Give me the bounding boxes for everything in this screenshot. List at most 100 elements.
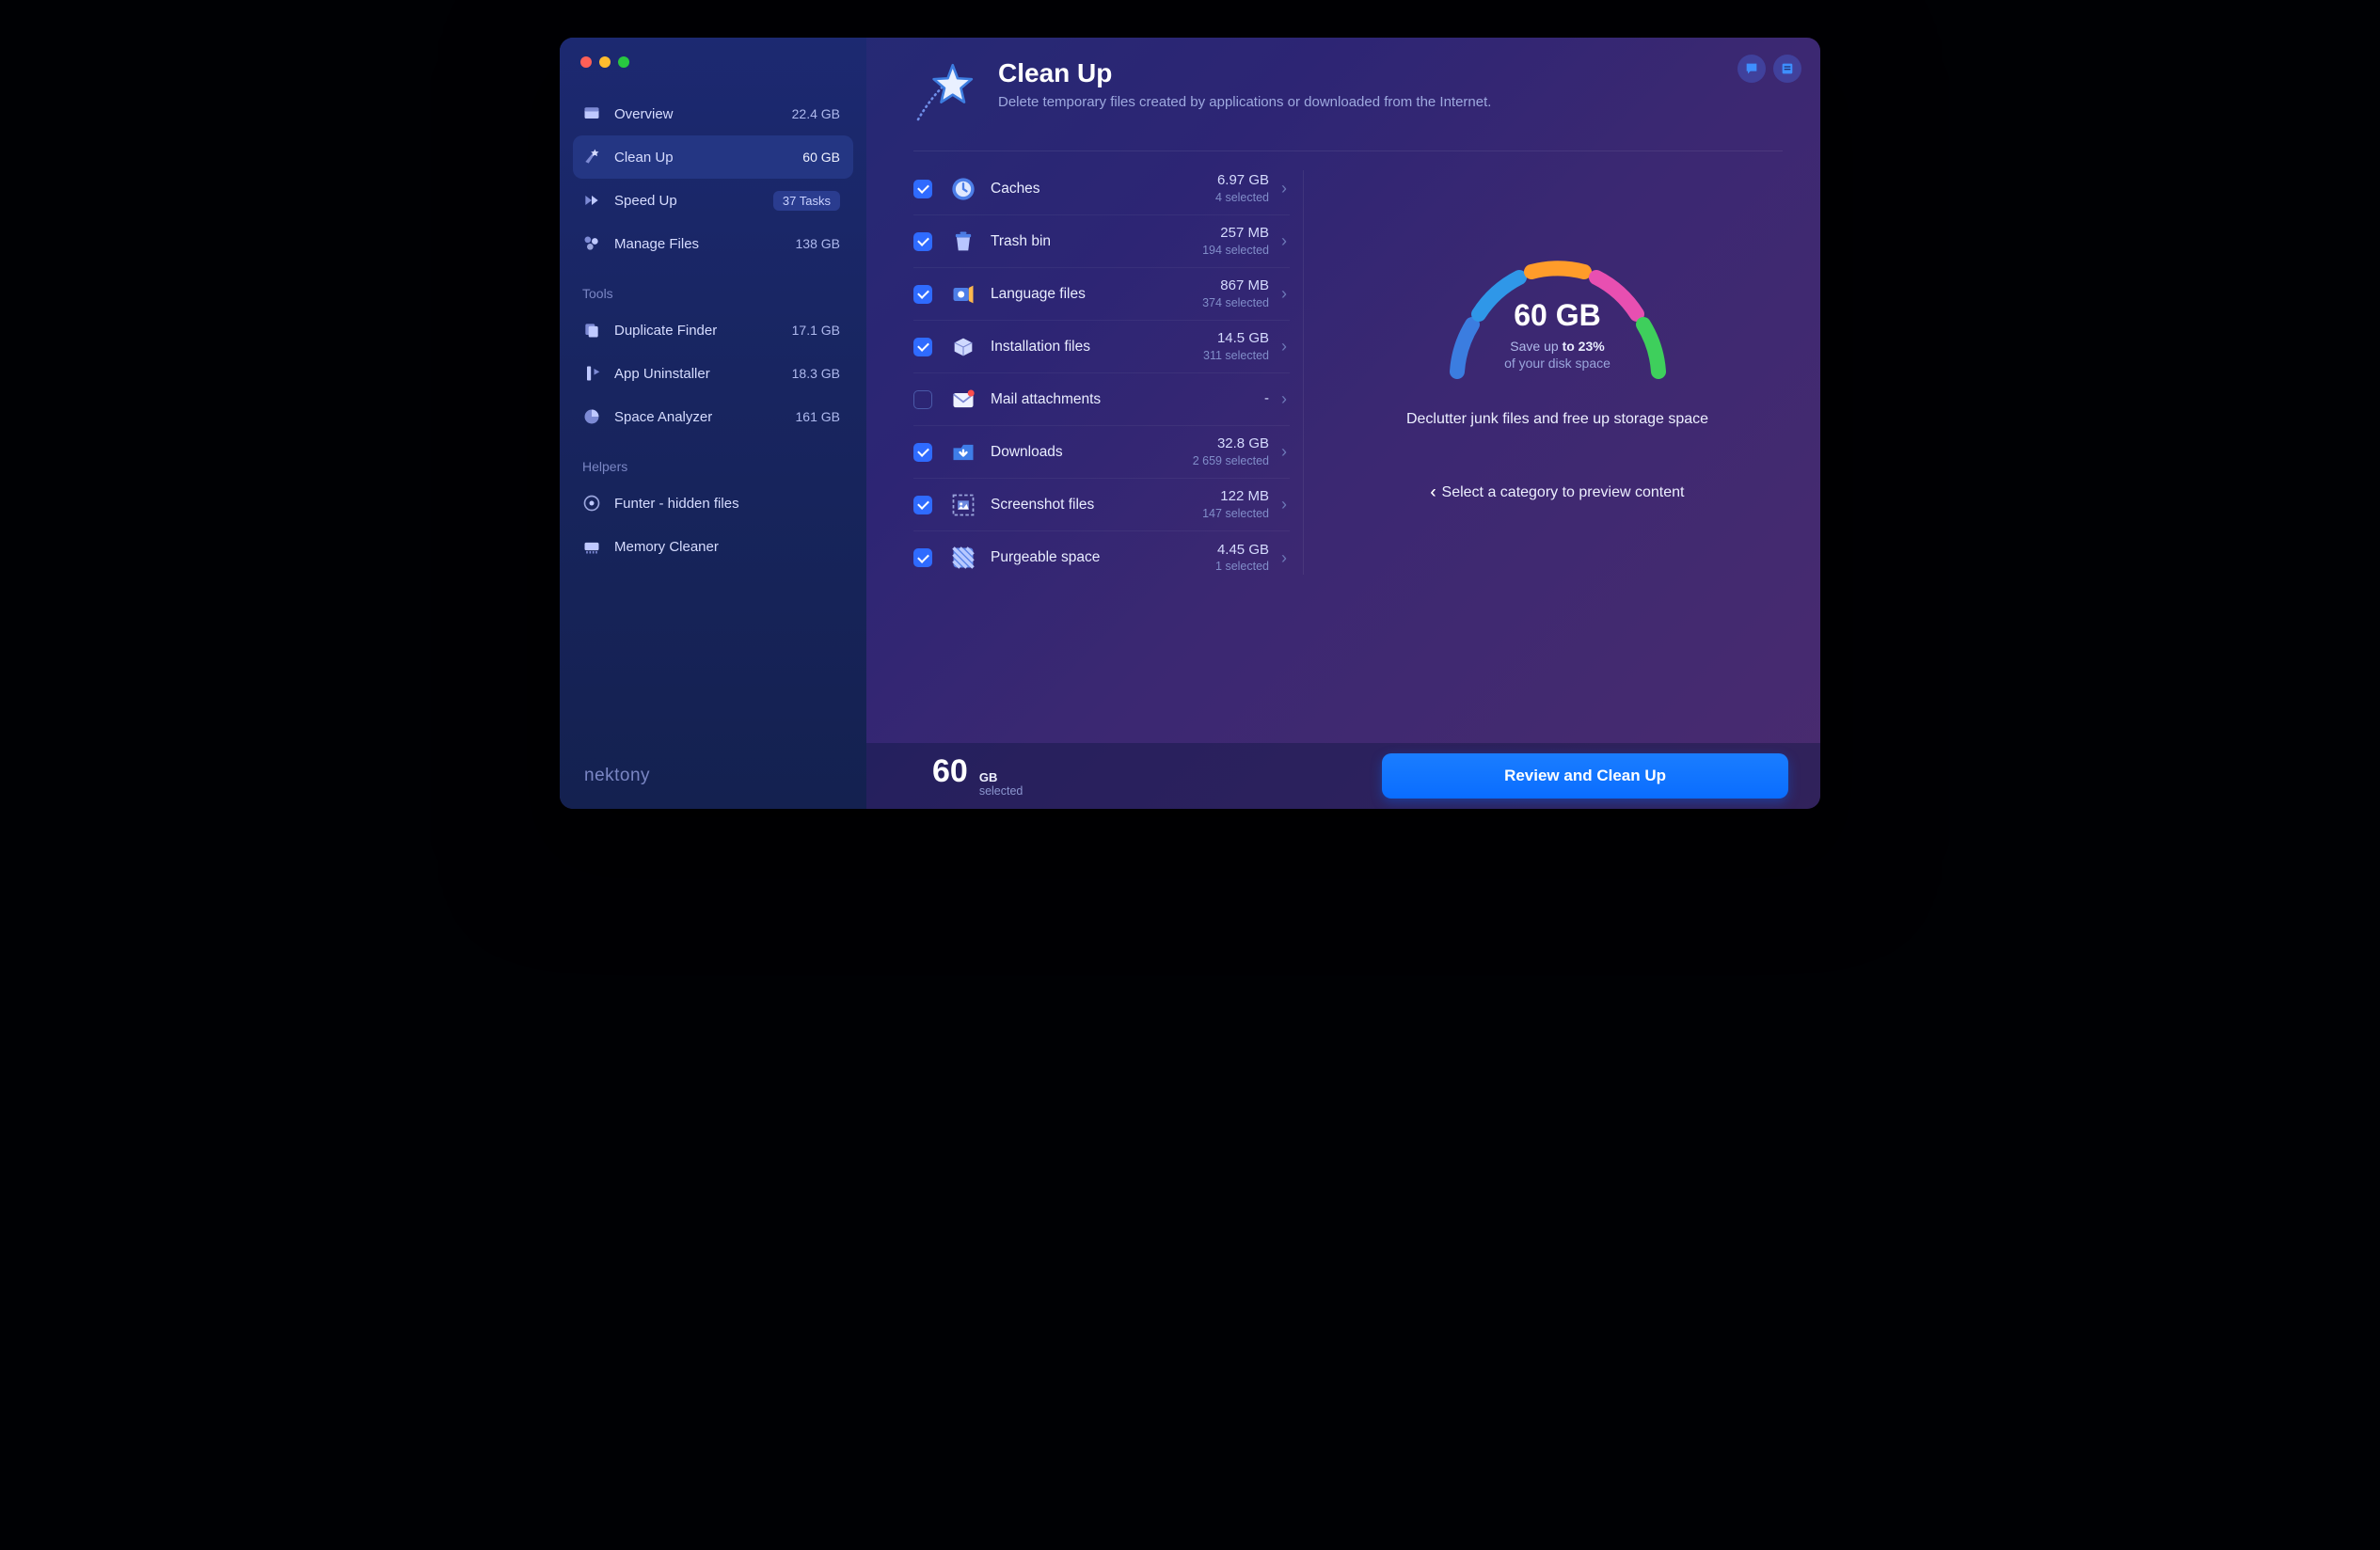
chevron-right-icon: ›: [1278, 231, 1290, 251]
sidebar-nav-helpers: Funter - hidden files Memory Cleaner: [560, 482, 866, 568]
category-size: 257 MB: [1202, 226, 1269, 242]
category-meta: 32.8 GB 2 659 selected: [1193, 436, 1278, 467]
category-trashbin[interactable]: Trash bin 257 MB 194 selected ›: [913, 215, 1290, 268]
cleanup-icon: [582, 148, 601, 166]
category-checkbox[interactable]: [913, 338, 932, 356]
category-name: Trash bin: [991, 233, 1051, 250]
category-name: Language files: [991, 286, 1086, 303]
memory-icon: [582, 537, 601, 556]
screenshot-icon: [949, 491, 977, 519]
news-button[interactable]: [1773, 55, 1801, 83]
gauge-center: 60 GB Save up to 23% of your disk space: [1426, 298, 1690, 371]
category-languagefiles[interactable]: Language files 867 MB 374 selected ›: [913, 268, 1290, 321]
close-window-button[interactable]: [580, 56, 592, 68]
sidebar-item-appuninstaller[interactable]: App Uninstaller 18.3 GB: [573, 352, 853, 395]
sidebar-nav-main: Overview 22.4 GB Clean Up 60 GB Speed Up…: [560, 92, 866, 265]
chevron-right-icon: ›: [1278, 495, 1290, 514]
sidebar-item-label: Manage Files: [614, 236, 699, 252]
category-checkbox[interactable]: [913, 443, 932, 462]
sidebar-item-meta: 18.3 GB: [792, 366, 840, 381]
category-screenshotfiles[interactable]: Screenshot files 122 MB 147 selected ›: [913, 479, 1290, 531]
category-meta: 257 MB 194 selected: [1202, 226, 1278, 257]
category-selected: 374 selected: [1202, 296, 1269, 309]
category-meta: 6.97 GB 4 selected: [1215, 173, 1278, 204]
sidebar-section-tools: Tools: [560, 265, 866, 308]
sidebar-item-label: Duplicate Finder: [614, 323, 717, 339]
summary-panel: 60 GB Save up to 23% of your disk space …: [1332, 163, 1783, 743]
category-downloads[interactable]: Downloads 32.8 GB 2 659 selected ›: [913, 426, 1290, 479]
chevron-right-icon: ›: [1278, 548, 1290, 568]
chevron-right-icon: ›: [1278, 284, 1290, 304]
gauge-line1: Save up to 23%: [1426, 339, 1690, 354]
sidebar-section-helpers: Helpers: [560, 438, 866, 482]
category-size: 4.45 GB: [1215, 543, 1269, 559]
sidebar-item-meta: 138 GB: [796, 236, 840, 251]
category-checkbox[interactable]: [913, 548, 932, 567]
sidebar-item-memorycleaner[interactable]: Memory Cleaner: [573, 525, 853, 568]
page-header: Clean Up Delete temporary files created …: [866, 38, 1820, 143]
category-meta: 867 MB 374 selected: [1202, 278, 1278, 309]
category-caches[interactable]: Caches 6.97 GB 4 selected ›: [913, 163, 1290, 215]
sidebar-item-label: Space Analyzer: [614, 409, 712, 425]
sidebar-item-funter[interactable]: Funter - hidden files: [573, 482, 853, 525]
category-selected: 2 659 selected: [1193, 454, 1269, 467]
sidebar-item-cleanup[interactable]: Clean Up 60 GB: [573, 135, 853, 179]
feedback-button[interactable]: [1737, 55, 1766, 83]
preview-hint: ‹‹‹ Select a category to preview content: [1431, 482, 1685, 502]
mail-icon: [949, 386, 977, 414]
sidebar-item-overview[interactable]: Overview 22.4 GB: [573, 92, 853, 135]
category-checkbox[interactable]: [913, 285, 932, 304]
category-meta: 122 MB 147 selected: [1202, 489, 1278, 520]
chevron-right-icon: ›: [1278, 337, 1290, 356]
app-window: Overview 22.4 GB Clean Up 60 GB Speed Up…: [560, 38, 1820, 809]
category-selected: 147 selected: [1202, 507, 1269, 520]
category-purgeablespace[interactable]: Purgeable space 4.45 GB 1 selected ›: [913, 531, 1290, 584]
duplicate-icon: [582, 321, 601, 340]
category-meta: -: [1264, 391, 1278, 407]
minimize-window-button[interactable]: [599, 56, 611, 68]
review-cleanup-button[interactable]: Review and Clean Up: [1382, 753, 1788, 799]
sidebar-item-label: App Uninstaller: [614, 366, 710, 382]
category-mailattachments[interactable]: Mail attachments - ›: [913, 373, 1290, 426]
storage-gauge: 60 GB Save up to 23% of your disk space: [1426, 240, 1690, 390]
category-checkbox[interactable]: [913, 496, 932, 514]
vertical-divider: [1303, 170, 1304, 575]
category-checkbox[interactable]: [913, 180, 932, 198]
sidebar-item-label: Memory Cleaner: [614, 539, 719, 555]
analyzer-icon: [582, 407, 601, 426]
downloads-icon: [949, 438, 977, 467]
footer-summary: 60 GB selected: [932, 753, 1023, 798]
category-selected: 194 selected: [1202, 244, 1269, 257]
sidebar: Overview 22.4 GB Clean Up 60 GB Speed Up…: [560, 38, 866, 809]
category-list: Caches 6.97 GB 4 selected › Trash bin 25…: [913, 163, 1290, 743]
category-size: 122 MB: [1202, 489, 1269, 505]
sidebar-item-meta: 37 Tasks: [773, 191, 840, 211]
category-name: Caches: [991, 181, 1040, 198]
sidebar-item-label: Overview: [614, 106, 674, 122]
speedup-icon: [582, 191, 601, 210]
sidebar-item-speedup[interactable]: Speed Up 37 Tasks: [573, 179, 853, 222]
category-size: 14.5 GB: [1203, 331, 1269, 347]
category-name: Purgeable space: [991, 549, 1100, 566]
managefiles-icon: [582, 234, 601, 253]
category-installationfiles[interactable]: Installation files 14.5 GB 311 selected …: [913, 321, 1290, 373]
category-name: Screenshot files: [991, 497, 1094, 514]
category-size: 867 MB: [1202, 278, 1269, 294]
purgeable-icon: [949, 544, 977, 572]
funter-icon: [582, 494, 601, 513]
sidebar-item-spaceanalyzer[interactable]: Space Analyzer 161 GB: [573, 395, 853, 438]
gauge-line2: of your disk space: [1426, 356, 1690, 371]
sidebar-item-managefiles[interactable]: Manage Files 138 GB: [573, 222, 853, 265]
zoom-window-button[interactable]: [618, 56, 629, 68]
category-selected: 1 selected: [1215, 560, 1269, 573]
uninstaller-icon: [582, 364, 601, 383]
sidebar-item-duplicatefinder[interactable]: Duplicate Finder 17.1 GB: [573, 308, 853, 352]
category-name: Downloads: [991, 444, 1063, 461]
chevron-right-icon: ›: [1278, 179, 1290, 198]
chevron-right-icon: ›: [1278, 389, 1290, 409]
category-checkbox[interactable]: [913, 390, 932, 409]
installation-icon: [949, 333, 977, 361]
trash-icon: [949, 228, 977, 256]
divider: [913, 150, 1783, 151]
category-checkbox[interactable]: [913, 232, 932, 251]
